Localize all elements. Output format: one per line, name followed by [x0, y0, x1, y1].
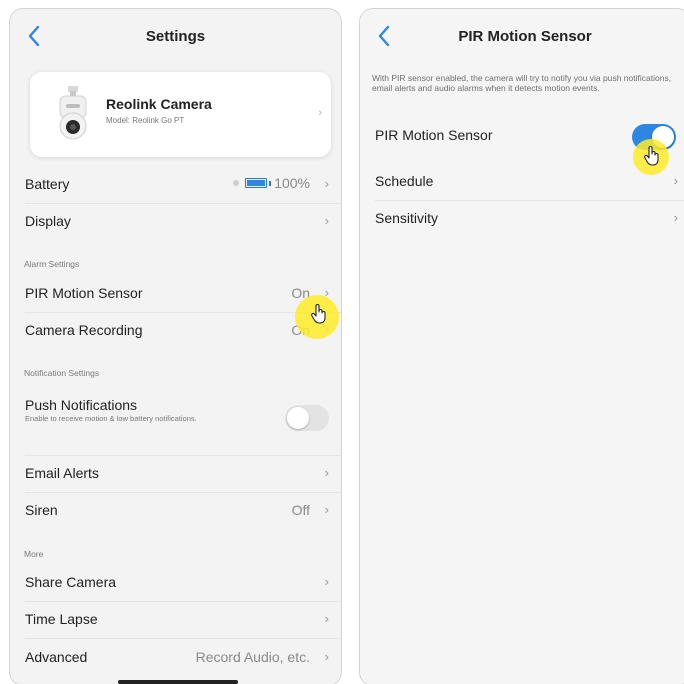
alarm-section-header: Alarm Settings [24, 259, 80, 269]
schedule-row[interactable]: Schedule › [360, 163, 684, 200]
advanced-row[interactable]: Advanced Record Audio, etc. › [10, 639, 341, 676]
battery-value: 100% [274, 175, 310, 191]
recording-label: Camera Recording [25, 322, 143, 338]
push-notifications-toggle[interactable] [285, 405, 329, 431]
notification-section-header: Notification Settings [24, 368, 100, 378]
chevron-right-icon: › [324, 574, 329, 589]
time-lapse-row[interactable]: Time Lapse › [10, 601, 341, 638]
chevron-right-icon: › [324, 465, 329, 480]
sensitivity-label: Sensitivity [375, 210, 439, 226]
battery-tip [269, 180, 272, 186]
share-camera-row[interactable]: Share Camera › [10, 564, 341, 601]
page-title: PIR Motion Sensor [458, 28, 592, 45]
toggle-knob [287, 407, 309, 429]
solar-dot-icon [233, 180, 240, 186]
camera-model: Model: Reolink Go PT [106, 116, 185, 125]
siren-label: Siren [25, 502, 58, 518]
battery-icon [245, 178, 268, 188]
pir-motion-sensor-row[interactable]: PIR Motion Sensor On › [10, 275, 341, 312]
chevron-right-icon: › [324, 213, 329, 228]
chevron-right-icon: › [673, 173, 678, 188]
pir-toggle-label: PIR Motion Sensor [375, 127, 493, 143]
timelapse-label: Time Lapse [25, 611, 98, 627]
settings-screen: Settings Reolink Camera Model: Reolink G… [9, 8, 342, 684]
pir-motion-sensor-screen: PIR Motion Sensor With PIR sensor enable… [359, 8, 684, 684]
battery-row[interactable]: Battery 100% › [10, 166, 341, 203]
schedule-label: Schedule [375, 173, 434, 189]
camera-name: Reolink Camera [106, 96, 212, 112]
chevron-right-icon: › [324, 502, 329, 517]
push-notifications-row: Push Notifications Enable to receive mot… [10, 387, 341, 455]
chevron-right-icon: › [324, 176, 329, 191]
battery-fill [247, 180, 266, 186]
push-label: Push Notifications [25, 397, 138, 413]
sensitivity-row[interactable]: Sensitivity › [360, 200, 684, 237]
camera-card[interactable]: Reolink Camera Model: Reolink Go PT › [30, 72, 331, 157]
siren-row[interactable]: Siren Off › [10, 492, 341, 529]
chevron-right-icon: › [324, 649, 329, 664]
email-label: Email Alerts [25, 465, 99, 481]
settings-header: Settings [10, 9, 341, 65]
chevron-right-icon: › [318, 107, 322, 119]
more-section-header: More [24, 549, 44, 559]
share-label: Share Camera [25, 574, 117, 590]
page-title: Settings [145, 28, 206, 45]
battery-status: 100% [233, 175, 310, 191]
advanced-label: Advanced [25, 649, 88, 665]
chevron-right-icon: › [324, 611, 329, 626]
display-row[interactable]: Display › [10, 203, 341, 240]
email-alerts-row[interactable]: Email Alerts › [10, 455, 341, 492]
camera-product-icon [56, 86, 90, 140]
advanced-value: Record Audio, etc. [195, 649, 310, 665]
pir-label: PIR Motion Sensor [25, 285, 143, 301]
camera-recording-row[interactable]: Camera Recording On › [10, 312, 341, 349]
siren-value: Off [291, 502, 310, 518]
hand-pointer-icon [310, 303, 328, 330]
display-label: Display [25, 213, 71, 229]
chevron-right-icon: › [673, 210, 678, 225]
pir-description: With PIR sensor enabled, the camera will… [372, 73, 672, 93]
push-description: Enable to receive motion & low battery n… [25, 414, 197, 423]
home-indicator [118, 680, 238, 684]
pir-header: PIR Motion Sensor [360, 9, 684, 65]
battery-label: Battery [25, 176, 70, 192]
